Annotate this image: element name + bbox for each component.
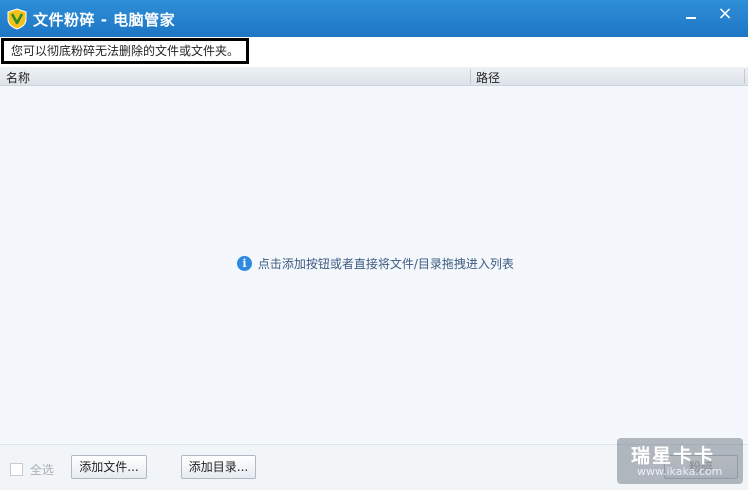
minimize-icon — [686, 16, 696, 19]
list-header: 名称 路径 — [0, 67, 748, 86]
column-divider[interactable] — [744, 69, 745, 84]
add-file-button[interactable]: 添加文件... — [71, 455, 147, 479]
info-message: 您可以彻底粉碎无法删除的文件或文件夹。 — [1, 38, 249, 64]
column-header-name[interactable]: 名称 — [6, 69, 30, 86]
file-list[interactable]: i 点击添加按钮或者直接将文件/目录拖拽进入列表 — [0, 86, 748, 444]
checkbox-icon[interactable] — [10, 463, 23, 476]
shield-v-icon — [7, 8, 27, 30]
minimize-button[interactable] — [674, 0, 708, 30]
watermark-logo: 瑞星卡卡 www.ikaka.com — [617, 438, 743, 484]
add-directory-button[interactable]: 添加目录... — [181, 455, 256, 479]
watermark-url: www.ikaka.com — [637, 465, 723, 478]
title-bar: 文件粉碎 - 电脑管家 × — [0, 0, 748, 37]
info-icon: i — [237, 256, 252, 271]
empty-hint-text: 点击添加按钮或者直接将文件/目录拖拽进入列表 — [257, 257, 514, 271]
empty-hint: i 点击添加按钮或者直接将文件/目录拖拽进入列表 — [237, 255, 514, 271]
window-title: 文件粉碎 - 电脑管家 — [33, 11, 176, 29]
select-all-label: 全选 — [29, 463, 54, 477]
info-bar: 您可以彻底粉碎无法删除的文件或文件夹。 — [0, 37, 748, 67]
watermark-title: 瑞星卡卡 — [631, 445, 716, 467]
select-all-checkbox[interactable]: 全选 — [10, 461, 54, 478]
column-header-path[interactable]: 路径 — [476, 69, 500, 86]
close-button[interactable]: × — [708, 0, 742, 30]
column-divider[interactable] — [470, 69, 471, 84]
